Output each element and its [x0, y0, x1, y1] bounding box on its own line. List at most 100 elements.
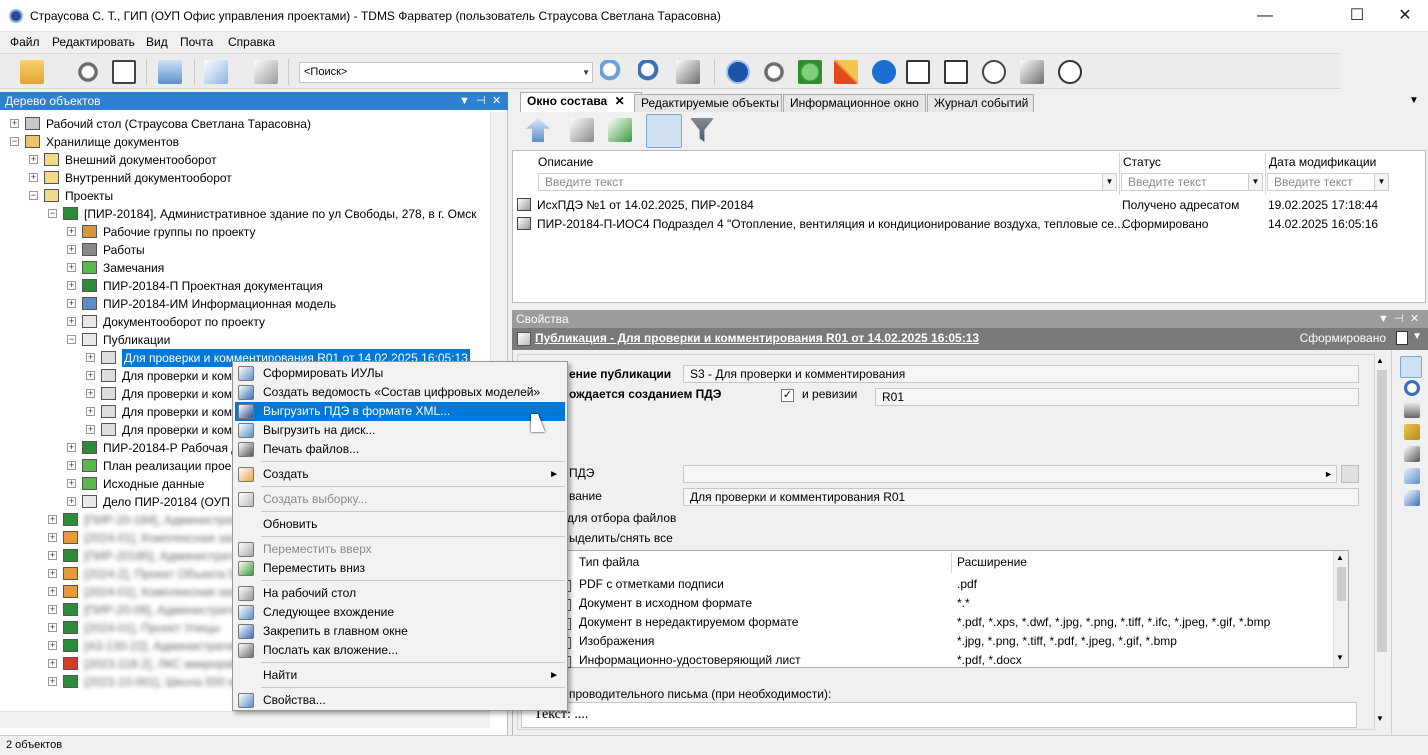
tab-info-window[interactable]: Информационное окно — [783, 94, 926, 112]
expand-icon[interactable]: + — [48, 551, 57, 560]
panel-dropdown-icon[interactable]: ▼ — [459, 92, 470, 110]
menu-item-pin-main-window[interactable]: Закрепить в главном окне — [235, 622, 565, 641]
expand-icon[interactable]: + — [67, 245, 76, 254]
pde-arrow-icon[interactable]: ► — [1324, 466, 1333, 482]
chat-icon[interactable] — [982, 60, 1006, 84]
expand-icon[interactable]: + — [48, 677, 57, 686]
accompanied-checkbox[interactable]: ✓ — [781, 389, 794, 402]
file-type-name[interactable]: Изображения — [579, 634, 654, 648]
expand-icon[interactable]: + — [48, 515, 57, 524]
collapse-icon[interactable]: − — [67, 335, 76, 344]
find-in-list-icon[interactable] — [570, 118, 594, 142]
expand-icon[interactable]: + — [29, 173, 38, 182]
expand-icon[interactable]: + — [48, 587, 57, 596]
menu-item-refresh[interactable]: Обновить — [235, 515, 565, 534]
menu-item-export-pde-xml[interactable]: Выгрузить ПДЭ в формате XML... — [235, 402, 565, 421]
scroll-down-icon[interactable]: ▼ — [1336, 653, 1344, 662]
properties-dropdown-icon[interactable]: ▼ — [1378, 310, 1389, 328]
menu-view[interactable]: Вид — [146, 35, 168, 49]
file-type-name[interactable]: Документ в нередактируемом формате — [579, 615, 798, 629]
file-types-scroll-thumb[interactable] — [1337, 567, 1346, 601]
tabs-dropdown-icon[interactable]: ▼ — [1409, 95, 1419, 106]
tab-composition[interactable]: Окно состава ✕ — [520, 92, 642, 112]
pde-field[interactable]: ► — [683, 465, 1337, 483]
purpose-field[interactable]: S3 - Для проверки и комментирования — [683, 365, 1359, 383]
select-all-label[interactable]: ыделить/снять все — [569, 531, 673, 545]
expand-icon[interactable]: + — [48, 533, 57, 542]
menu-item-move-up[interactable]: Переместить вверх — [235, 540, 565, 559]
expand-icon[interactable]: + — [86, 389, 95, 398]
download-icon[interactable] — [906, 60, 930, 84]
expand-icon[interactable]: + — [48, 623, 57, 632]
publication-title-link[interactable]: Публикация - Для проверки и комментирова… — [535, 331, 979, 345]
properties-vertical-scrollbar[interactable]: ▲ ▼ — [1375, 356, 1389, 728]
menu-item-move-down[interactable]: Переместить вниз — [235, 559, 565, 578]
scroll-down-icon[interactable]: ▼ — [1376, 714, 1384, 723]
expand-icon[interactable]: + — [10, 119, 19, 128]
menu-help[interactable]: Справка — [228, 35, 275, 49]
maximize-button[interactable]: ☐ — [1334, 0, 1380, 32]
expand-icon[interactable]: + — [67, 227, 76, 236]
refresh-icon[interactable] — [76, 60, 100, 84]
filter-dropdown-icon[interactable]: ▼ — [1248, 174, 1262, 190]
link-icon[interactable] — [1404, 402, 1420, 418]
excel-export-icon[interactable] — [608, 118, 632, 142]
menu-file[interactable]: Файл — [10, 35, 40, 49]
panel-pin-icon[interactable]: ⊣ — [476, 92, 486, 110]
scroll-up-icon[interactable]: ▲ — [1376, 356, 1384, 365]
menu-item-form-iul[interactable]: Сформировать ИУЛы — [235, 364, 565, 383]
file-type-name[interactable]: Документ в исходном формате — [579, 596, 752, 610]
properties-view-icon[interactable] — [1400, 356, 1422, 378]
expand-icon[interactable]: + — [67, 317, 76, 326]
cover-letter-text[interactable]: Текст: .... — [521, 702, 1357, 728]
mail-edit-icon[interactable] — [204, 60, 228, 84]
menu-item-create-digital-models-list[interactable]: Создать ведомость «Состав цифровых модел… — [235, 383, 565, 402]
menu-item-to-desktop[interactable]: На рабочий стол — [235, 584, 565, 603]
column-header-date[interactable]: Дата модификации — [1269, 155, 1376, 169]
up-arrow-icon[interactable] — [526, 118, 550, 142]
filter-dropdown-icon[interactable]: ▼ — [1102, 174, 1116, 190]
users-icon[interactable] — [798, 60, 822, 84]
menu-mail[interactable]: Почта — [180, 35, 213, 49]
column-header-file-type[interactable]: Тип файла — [579, 555, 639, 569]
column-header-description[interactable]: Описание — [538, 155, 593, 169]
description-filter-input[interactable]: Введите текст ▼ — [538, 173, 1117, 191]
expand-icon[interactable]: + — [48, 659, 57, 668]
mail-upload-icon[interactable] — [1020, 60, 1044, 84]
settings-icon[interactable] — [1404, 490, 1420, 506]
properties-close-icon[interactable]: ✕ — [1410, 310, 1419, 328]
name-field[interactable]: Для проверки и комментирования R01 — [683, 488, 1359, 506]
expand-icon[interactable]: + — [67, 497, 76, 506]
edit-icon[interactable] — [1404, 446, 1420, 462]
menu-item-export-to-disk[interactable]: Выгрузить на диск... — [235, 421, 565, 440]
table-row[interactable]: ИсхПДЭ №1 от 14.02.2025, ПИР-20184 Получе… — [517, 196, 1417, 214]
tools-icon[interactable] — [834, 60, 858, 84]
documents-icon[interactable] — [158, 60, 182, 84]
pde-browse-button[interactable] — [1341, 465, 1359, 483]
status-filter-input[interactable]: Введите текст ▼ — [1121, 173, 1263, 191]
properties-scroll-thumb[interactable] — [1377, 370, 1387, 652]
expand-icon[interactable]: + — [67, 299, 76, 308]
upload-icon[interactable] — [944, 60, 968, 84]
filter-button[interactable] — [646, 114, 682, 148]
info-icon[interactable] — [872, 60, 896, 84]
revision-field[interactable]: R01 — [875, 388, 1359, 406]
expand-icon[interactable]: + — [67, 479, 76, 488]
collapse-icon[interactable]: − — [48, 209, 57, 218]
panel-close-icon[interactable]: ✕ — [492, 92, 501, 110]
search-mail-icon[interactable] — [676, 60, 700, 84]
search-input[interactable]: <Поиск> ▼ — [299, 62, 593, 83]
expand-icon[interactable]: + — [86, 407, 95, 416]
file-types-scrollbar[interactable]: ▲ ▼ — [1333, 551, 1348, 667]
expand-icon[interactable]: + — [67, 281, 76, 290]
expand-icon[interactable]: + — [67, 443, 76, 452]
menu-edit[interactable]: Редактировать — [52, 35, 135, 49]
collapse-icon[interactable]: − — [10, 137, 19, 146]
pages-icon[interactable] — [1404, 468, 1420, 484]
status-dropdown-icon[interactable]: ▼ — [1412, 331, 1422, 342]
menu-item-create[interactable]: Создать ► — [235, 465, 565, 484]
tab-event-log[interactable]: Журнал событий — [927, 94, 1034, 112]
menu-item-create-selection[interactable]: Создать выборку... — [235, 490, 565, 509]
filter-clear-icon[interactable] — [690, 118, 714, 142]
expand-icon[interactable]: + — [86, 425, 95, 434]
